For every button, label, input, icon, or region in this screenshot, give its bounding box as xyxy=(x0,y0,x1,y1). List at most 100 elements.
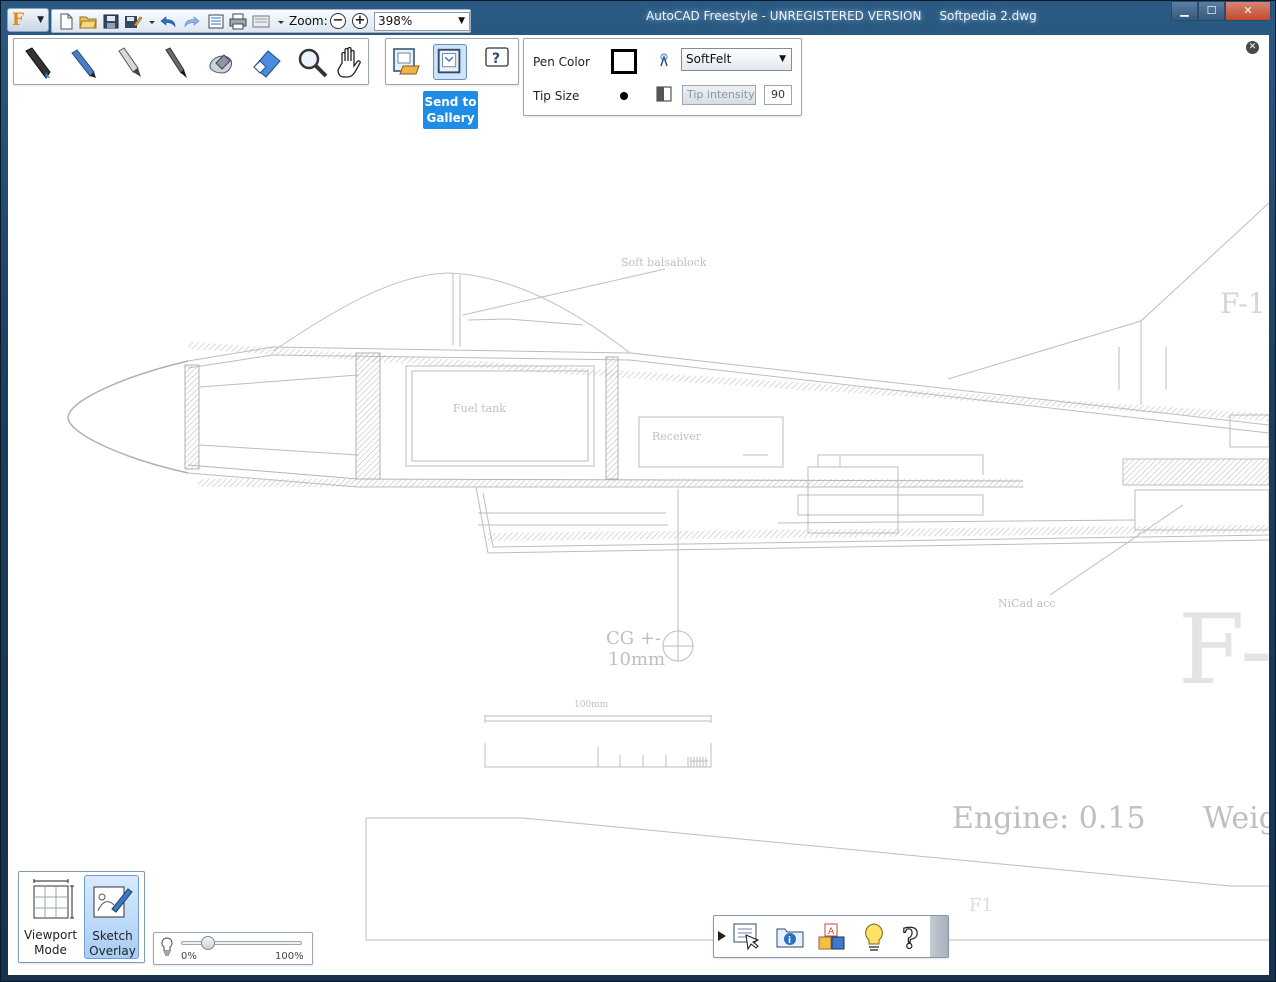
label-fuel-tank: Fuel tank xyxy=(453,402,506,415)
eraser-icon xyxy=(253,50,281,78)
magnifier-icon xyxy=(298,48,328,78)
intensity-icon xyxy=(656,86,672,102)
tip-size-label: Tip Size xyxy=(533,89,580,103)
send-to-gallery-tooltip: Send to Gallery xyxy=(423,91,478,129)
viewport-mode-label: Viewport Mode xyxy=(23,928,78,957)
overlay-opacity-panel: 0% 100% xyxy=(153,932,313,965)
navigation-panel-grip[interactable] xyxy=(930,916,948,957)
label-small-title: F-1 xyxy=(1220,287,1265,320)
new-file-icon xyxy=(60,13,73,30)
select-tool-icon[interactable] xyxy=(730,921,762,953)
eraser-tool[interactable] xyxy=(248,45,286,81)
marker-icon xyxy=(25,47,51,79)
aircraft-drawing: Soft balsablock Fuel tank Receiver NiCad… xyxy=(67,202,1269,941)
save-as-icon xyxy=(125,16,143,28)
redo-button[interactable] xyxy=(182,13,200,30)
pencil-tool[interactable] xyxy=(64,45,102,81)
close-sketch-button[interactable]: ✕ xyxy=(1246,41,1259,54)
zoom-in-button[interactable]: + xyxy=(352,13,368,29)
tip-size-dot[interactable] xyxy=(620,92,628,100)
drawing-canvas[interactable]: Soft balsablock Fuel tank Receiver NiCad… xyxy=(8,35,1269,975)
smudge-icon xyxy=(209,54,233,74)
svg-text:A: A xyxy=(828,927,835,937)
application-menu-button[interactable]: F ▼ xyxy=(7,8,49,32)
properties-button[interactable] xyxy=(207,13,225,30)
new-file-button[interactable] xyxy=(57,13,75,30)
tip-intensity-field[interactable]: Tip intensity xyxy=(682,85,756,105)
info-icon[interactable]: i xyxy=(774,921,806,953)
help-icon[interactable]: ? xyxy=(894,921,926,953)
close-window-button[interactable]: ✕ xyxy=(1225,1,1271,21)
label-engine: Engine: 0.15 xyxy=(952,801,1146,836)
open-from-gallery-button[interactable] xyxy=(389,44,423,80)
label-cg: CG +- xyxy=(606,628,661,649)
maximize-button[interactable]: ☐ xyxy=(1198,1,1225,21)
chevron-down-icon: ▼ xyxy=(779,54,786,64)
freestyle-logo-icon: F xyxy=(12,10,25,30)
tip-intensity-value[interactable]: 90 xyxy=(764,85,792,105)
zoom-level-value: 398% xyxy=(378,14,413,28)
save-button[interactable] xyxy=(102,13,120,30)
label-cg-offset: 10mm xyxy=(608,649,665,670)
marker-tool[interactable] xyxy=(18,45,56,81)
fine-pen-tool[interactable] xyxy=(156,45,194,81)
open-folder-icon xyxy=(79,16,97,29)
gallery-panel: ? xyxy=(385,38,519,85)
play-arrow-icon[interactable] xyxy=(717,930,727,942)
quick-access-toolbar: Zoom: − + 398% ▼ xyxy=(51,9,471,33)
pen-color-label: Pen Color xyxy=(533,55,590,69)
hand-icon xyxy=(337,46,361,78)
customize-toolbar-dropdown[interactable] xyxy=(272,13,284,30)
felt-pen-icon xyxy=(118,47,141,77)
save-options-dropdown[interactable] xyxy=(143,13,155,30)
pen-settings-panel: Pen Color SoftFelt ▼ Tip Size Tip intens… xyxy=(523,38,802,116)
pan-tool[interactable] xyxy=(332,45,370,81)
label-f1: F1 xyxy=(969,895,993,916)
chevron-down-icon xyxy=(278,21,284,24)
viewport-mode-button[interactable]: Viewport Mode xyxy=(23,875,78,959)
svg-text:i: i xyxy=(788,936,791,946)
document-title: Softpedia 2.dwg xyxy=(939,9,1037,23)
help-gallery-button[interactable]: ? xyxy=(480,44,514,80)
help-icon: ? xyxy=(485,47,509,67)
redo-icon xyxy=(184,16,200,28)
save-as-button[interactable] xyxy=(124,13,143,30)
zoom-tool[interactable] xyxy=(294,45,332,81)
brush-type-select[interactable]: SoftFelt ▼ xyxy=(681,48,792,71)
minimize-button[interactable]: ▁ xyxy=(1171,1,1198,21)
pencil-icon xyxy=(71,49,96,78)
label-receiver: Receiver xyxy=(652,430,702,443)
label-big-title: F- xyxy=(1178,594,1269,706)
chevron-down-icon: ▼ xyxy=(37,15,44,25)
zoom-level-select[interactable]: 398% ▼ xyxy=(374,12,470,31)
layout-button[interactable] xyxy=(252,13,270,30)
lightbulb-tip-icon[interactable] xyxy=(858,921,890,953)
blocks-icon[interactable]: A xyxy=(816,921,848,953)
opacity-max-label: 100% xyxy=(275,951,304,962)
zoom-label: Zoom: xyxy=(289,14,328,28)
properties-icon xyxy=(208,14,224,29)
label-soft-balsa: Soft balsablock xyxy=(621,256,707,269)
send-to-gallery-button[interactable] xyxy=(433,44,467,80)
window-title: AutoCAD Freestyle - UNREGISTERED VERSION… xyxy=(646,9,1037,23)
sketch-overlay-icon xyxy=(93,886,133,918)
open-file-button[interactable] xyxy=(79,13,97,30)
fine-pen-icon xyxy=(165,47,187,78)
felt-pen-tool[interactable] xyxy=(110,45,148,81)
lightbulb-icon xyxy=(161,937,173,956)
smudge-tool[interactable] xyxy=(202,45,240,81)
opacity-slider-track[interactable] xyxy=(181,941,302,945)
brush-type-value: SoftFelt xyxy=(686,52,732,66)
chevron-down-icon xyxy=(149,21,155,24)
viewport-mode-icon xyxy=(33,879,74,919)
undo-button[interactable] xyxy=(160,13,178,30)
opacity-min-label: 0% xyxy=(181,951,197,962)
sketch-tools-panel xyxy=(13,38,369,85)
print-button[interactable] xyxy=(229,13,247,30)
printer-icon xyxy=(229,13,247,30)
zoom-out-button[interactable]: − xyxy=(330,13,346,29)
sketch-overlay-button[interactable]: Sketch Overlay xyxy=(84,875,139,959)
opacity-slider-thumb[interactable] xyxy=(200,936,215,950)
pen-color-swatch[interactable] xyxy=(611,49,637,74)
undo-icon xyxy=(160,16,176,28)
